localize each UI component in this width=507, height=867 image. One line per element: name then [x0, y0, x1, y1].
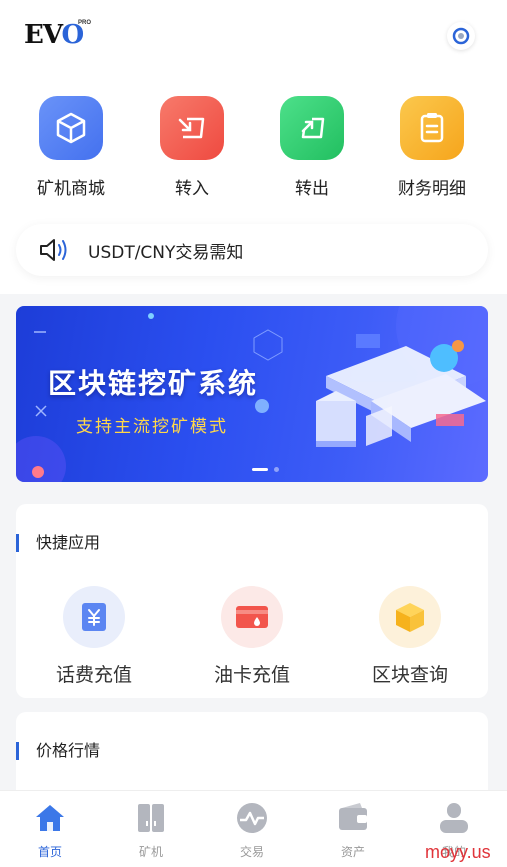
section-title: 快捷应用 [16, 534, 100, 552]
tab-miner[interactable]: 矿机 [111, 801, 191, 860]
app-phone-recharge[interactable]: 话费充值 [19, 586, 169, 687]
tab-label: 矿机 [138, 845, 163, 859]
banner-indicator-active[interactable] [252, 468, 268, 471]
transfer-in-icon [160, 96, 224, 160]
quick-action-label: 财务明细 [398, 179, 466, 199]
app-block-query[interactable]: 区块查询 [335, 586, 485, 687]
wallet-icon [339, 803, 367, 830]
top-section: 矿机商城 转入 转出 财务明细 USDT/CNY交易需知 [0, 72, 507, 294]
tab-assets[interactable]: 资产 [313, 801, 393, 860]
logo: EVO PRO [24, 20, 91, 50]
promo-banner[interactable]: 区块链挖矿系统 支持主流挖矿模式 [16, 306, 488, 482]
cube-icon [39, 96, 103, 160]
app-label: 区块查询 [371, 664, 448, 686]
app-label: 话费充值 [55, 664, 132, 686]
notice-bar[interactable]: USDT/CNY交易需知 [16, 224, 488, 276]
block-cube-icon [379, 586, 441, 648]
speaker-icon [40, 239, 67, 261]
section-title: 价格行情 [16, 742, 100, 760]
logo-badge: PRO [78, 20, 92, 26]
tab-label: 首页 [37, 845, 62, 859]
quick-action-transfer-out[interactable]: 转出 [257, 96, 367, 199]
watermark: moyy.us [425, 842, 491, 862]
transfer-out-icon [280, 96, 344, 160]
tab-trade[interactable]: 交易 [212, 801, 292, 860]
quick-action-label: 转出 [295, 179, 329, 199]
user-icon [440, 803, 468, 833]
tab-label: 交易 [239, 845, 264, 859]
tab-home[interactable]: 首页 [10, 801, 90, 860]
app-fuel-card-recharge[interactable]: 油卡充值 [177, 586, 327, 687]
banner-subtitle: 支持主流挖矿模式 [76, 417, 228, 437]
yen-card-icon [63, 586, 125, 648]
quick-action-finance-details[interactable]: 财务明细 [377, 96, 487, 199]
banner-title: 区块链挖矿系统 [48, 367, 259, 400]
quick-action-label: 转入 [175, 179, 209, 199]
trade-icon [237, 803, 267, 833]
logo-text: EVO [24, 20, 84, 50]
home-icon [36, 805, 64, 831]
price-card: 价格行情 [16, 712, 488, 802]
quick-action-miner-mall[interactable]: 矿机商城 [16, 96, 126, 199]
fuel-card-icon [221, 586, 283, 648]
quick-action-label: 矿机商城 [37, 179, 105, 199]
tab-label: 资产 [340, 845, 365, 859]
quick-action-transfer-in[interactable]: 转入 [137, 96, 247, 199]
language-switch-button[interactable] [447, 22, 475, 50]
language-icon [452, 27, 470, 45]
miner-icon [138, 804, 164, 832]
quick-apps-card: 快捷应用 话费充值 油卡充值 区块查询 [16, 504, 488, 698]
document-icon [400, 96, 464, 160]
header: EVO PRO [0, 0, 507, 72]
notice-text: USDT/CNY交易需知 [88, 242, 244, 263]
banner-indicator[interactable] [274, 467, 279, 472]
app-label: 油卡充值 [213, 664, 290, 686]
